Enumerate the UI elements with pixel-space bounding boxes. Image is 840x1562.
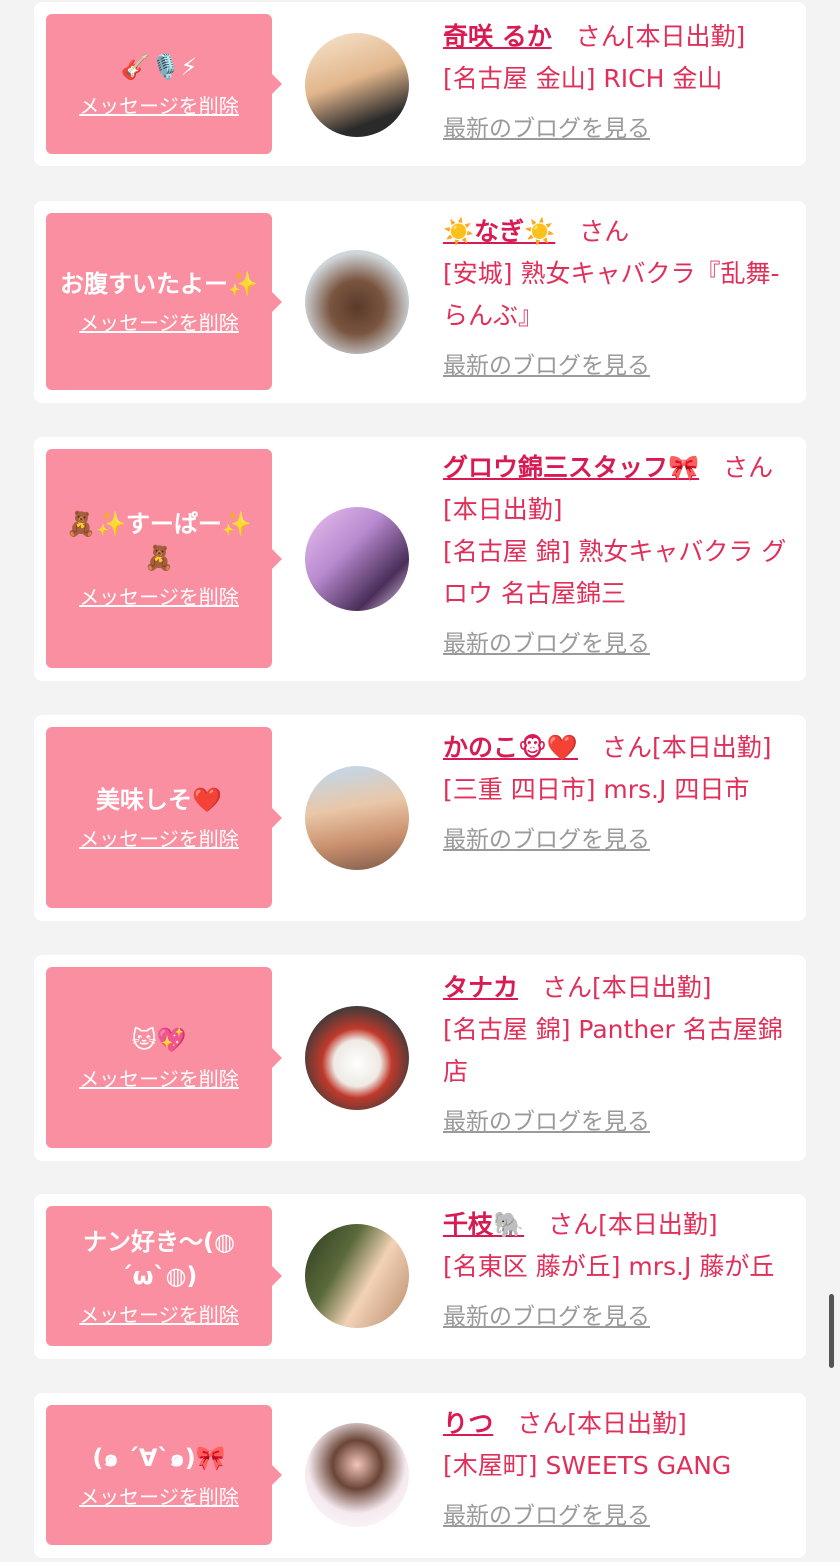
cast-suffix: さん[本日出勤]: [602, 733, 772, 762]
cast-name-link[interactable]: りつ: [443, 1409, 493, 1438]
delete-message-link[interactable]: メッセージを削除: [79, 90, 239, 119]
avatar[interactable]: [305, 1224, 409, 1328]
message-card: 美味しそ❤️ メッセージを削除 かのこ🐵❤️ さん[本日出勤] [三重 四日市] …: [34, 715, 806, 921]
latest-blog-link[interactable]: 最新のブログを見る: [443, 623, 794, 665]
message-text: ナン好き〜(◍´ω`◍): [83, 1227, 235, 1290]
avatar[interactable]: [305, 1423, 409, 1527]
cast-suffix: さん[本日出勤]: [575, 22, 746, 51]
card-info: りつ さん[本日出勤] [木屋町] SWEETS GANG 最新のブログを見る: [443, 1403, 794, 1537]
latest-blog-link[interactable]: 最新のブログを見る: [443, 345, 794, 387]
message-text: (๑ ´∀`๑)🎀: [92, 1443, 226, 1472]
message-text: 🐱💖: [131, 1026, 187, 1054]
latest-blog-link[interactable]: 最新のブログを見る: [443, 1495, 794, 1537]
message-card: 🐱💖 メッセージを削除 タナカ さん[本日出勤] [名古屋 錦] Panther …: [34, 955, 806, 1161]
shop-name: [名古屋 錦] 熟女キャバクラ グロウ 名古屋錦三: [443, 537, 787, 608]
latest-blog-link[interactable]: 最新のブログを見る: [443, 1101, 794, 1143]
delete-message-link[interactable]: メッセージを削除: [79, 307, 239, 336]
cast-suffix: さん: [579, 217, 630, 246]
cast-name-link[interactable]: グロウ錦三スタッフ🎀: [443, 453, 699, 482]
message-bubble: 🐱💖 メッセージを削除: [46, 967, 282, 1148]
card-info: グロウ錦三スタッフ🎀 さん[本日出勤] [名古屋 錦] 熟女キャバクラ グロウ 名…: [443, 447, 794, 665]
message-text: 美味しそ❤️: [96, 786, 222, 814]
card-info: かのこ🐵❤️ さん[本日出勤] [三重 四日市] mrs.J 四日市 最新のブログ…: [443, 727, 794, 861]
shop-name: [三重 四日市] mrs.J 四日市: [443, 775, 750, 804]
cast-suffix: さん[本日出勤]: [548, 1210, 718, 1239]
cast-name-link[interactable]: ☀️なぎ☀️: [443, 217, 555, 246]
message-bubble: 美味しそ❤️ メッセージを削除: [46, 727, 282, 908]
avatar[interactable]: [305, 507, 409, 611]
avatar[interactable]: [305, 250, 409, 354]
message-card: (๑ ´∀`๑)🎀 メッセージを削除 りつ さん[本日出勤] [木屋町] SWEE…: [34, 1393, 806, 1558]
cast-suffix: さん[本日出勤]: [517, 1409, 687, 1438]
message-card: 🧸✨すーぱー✨🧸 メッセージを削除 グロウ錦三スタッフ🎀 さん[本日出勤] [名古…: [34, 437, 806, 681]
delete-message-link[interactable]: メッセージを削除: [79, 581, 239, 610]
message-text: 🎸🎙️⚡: [120, 52, 198, 81]
message-text: お腹すいたよー✨: [60, 270, 258, 298]
delete-message-link[interactable]: メッセージを削除: [79, 1481, 239, 1510]
scrollbar[interactable]: [829, 1294, 834, 1368]
message-card: 🎸🎙️⚡ メッセージを削除 奇咲 るか さん[本日出勤] [名古屋 金山] RIC…: [34, 2, 806, 166]
message-card: ナン好き〜(◍´ω`◍) メッセージを削除 千枝🐘 さん[本日出勤] [名東区 藤…: [34, 1194, 806, 1359]
cast-name-link[interactable]: 千枝🐘: [443, 1210, 524, 1239]
message-bubble: お腹すいたよー✨ メッセージを削除: [46, 213, 282, 390]
cast-name-link[interactable]: タナカ: [443, 973, 518, 1002]
message-bubble: (๑ ´∀`๑)🎀 メッセージを削除: [46, 1405, 282, 1545]
latest-blog-link[interactable]: 最新のブログを見る: [443, 1296, 794, 1338]
message-bubble: 🧸✨すーぱー✨🧸 メッセージを削除: [46, 449, 282, 668]
message-bubble: 🎸🎙️⚡ メッセージを削除: [46, 14, 282, 154]
shop-name: [名東区 藤が丘] mrs.J 藤が丘: [443, 1252, 775, 1281]
avatar[interactable]: [305, 33, 409, 137]
shop-name: [安城] 熟女キャバクラ『乱舞-らんぶ』: [443, 259, 780, 330]
cast-suffix: さん[本日出勤]: [542, 973, 712, 1002]
cast-name-link[interactable]: 奇咲 るか: [443, 22, 552, 51]
message-text: 🧸✨すーぱー✨🧸: [66, 510, 252, 572]
card-info: 奇咲 るか さん[本日出勤] [名古屋 金山] RICH 金山 最新のブログを見る: [443, 16, 794, 150]
shop-name: [名古屋 金山] RICH 金山: [443, 64, 723, 93]
latest-blog-link[interactable]: 最新のブログを見る: [443, 819, 794, 861]
shop-name: [名古屋 錦] Panther 名古屋錦店: [443, 1015, 783, 1086]
card-info: 千枝🐘 さん[本日出勤] [名東区 藤が丘] mrs.J 藤が丘 最新のブログを見…: [443, 1204, 794, 1338]
latest-blog-link[interactable]: 最新のブログを見る: [443, 108, 794, 150]
avatar[interactable]: [305, 766, 409, 870]
message-bubble: ナン好き〜(◍´ω`◍) メッセージを削除: [46, 1206, 282, 1346]
shop-name: [木屋町] SWEETS GANG: [443, 1451, 732, 1480]
cast-name-link[interactable]: かのこ🐵❤️: [443, 733, 578, 762]
card-info: ☀️なぎ☀️ さん [安城] 熟女キャバクラ『乱舞-らんぶ』 最新のブログを見る: [443, 211, 794, 387]
card-info: タナカ さん[本日出勤] [名古屋 錦] Panther 名古屋錦店 最新のブログ…: [443, 967, 794, 1143]
delete-message-link[interactable]: メッセージを削除: [79, 1299, 239, 1328]
delete-message-link[interactable]: メッセージを削除: [79, 1063, 239, 1092]
avatar[interactable]: [305, 1006, 409, 1110]
message-card: お腹すいたよー✨ メッセージを削除 ☀️なぎ☀️ さん [安城] 熟女キャバクラ『…: [34, 201, 806, 403]
delete-message-link[interactable]: メッセージを削除: [79, 823, 239, 852]
